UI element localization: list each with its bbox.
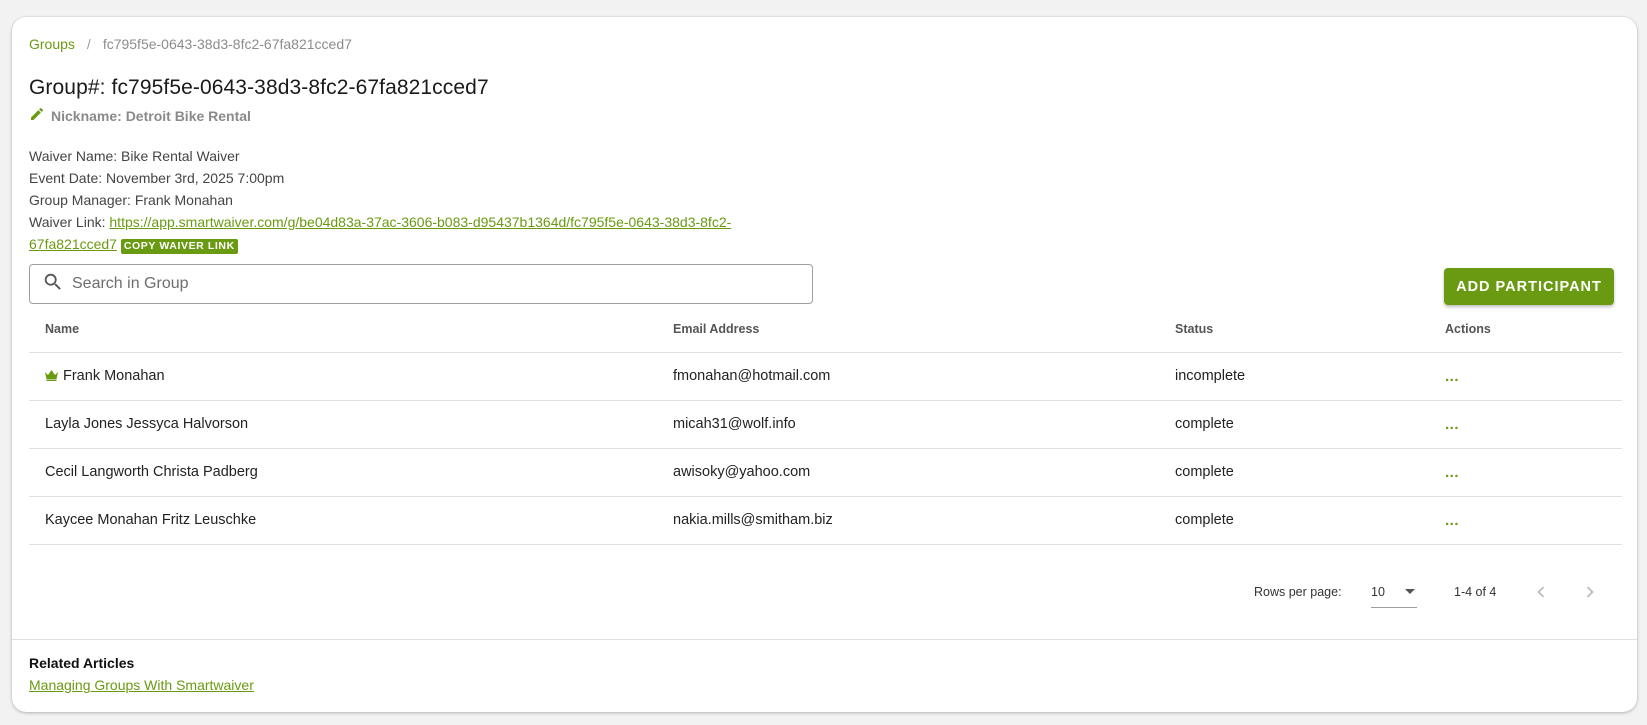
group-info: Waiver Name: Bike Rental Waiver Event Da… bbox=[29, 145, 769, 255]
breadcrumb-groups-link[interactable]: Groups bbox=[29, 36, 75, 52]
cell-email: fmonahan@hotmail.com bbox=[657, 352, 1159, 401]
cell-status: incomplete bbox=[1159, 352, 1429, 401]
waiver-name: Waiver Name: Bike Rental Waiver bbox=[29, 148, 240, 164]
table-row[interactable]: Cecil Langworth Christa Padberg awisoky@… bbox=[29, 448, 1622, 497]
table-row[interactable]: Layla Jones Jessyca Halvorson micah31@wo… bbox=[29, 400, 1622, 449]
cell-actions: ... bbox=[1429, 400, 1622, 449]
header-name[interactable]: Name bbox=[29, 306, 657, 353]
previous-page-icon[interactable] bbox=[1530, 581, 1552, 606]
copy-waiver-link-button[interactable]: COPY WAIVER LINK bbox=[120, 239, 238, 254]
related-articles-title: Related Articles bbox=[29, 655, 135, 671]
cell-status: complete bbox=[1159, 496, 1429, 545]
cell-status: complete bbox=[1159, 400, 1429, 449]
header-email[interactable]: Email Address bbox=[657, 306, 1159, 353]
breadcrumb: Groups / fc795f5e-0643-38d3-8fc2-67fa821… bbox=[29, 36, 352, 52]
cell-actions: ... bbox=[1429, 496, 1622, 545]
cell-actions: ... bbox=[1429, 448, 1622, 497]
rows-per-page-value: 10 bbox=[1371, 585, 1385, 599]
search-icon bbox=[42, 271, 64, 298]
search-field[interactable] bbox=[29, 264, 813, 304]
header-status[interactable]: Status bbox=[1159, 306, 1429, 353]
table-header-row: Name Email Address Status Actions bbox=[29, 306, 1622, 353]
header-actions: Actions bbox=[1429, 306, 1622, 353]
cell-name: Cecil Langworth Christa Padberg bbox=[29, 448, 657, 497]
next-page-icon[interactable] bbox=[1579, 581, 1601, 606]
nickname-text: Nickname: Detroit Bike Rental bbox=[51, 107, 251, 124]
pencil-icon[interactable] bbox=[29, 106, 45, 125]
participant-name: Frank Monahan bbox=[63, 367, 165, 384]
group-manager: Group Manager: Frank Monahan bbox=[29, 192, 233, 208]
pagination: Rows per page: 10 1-4 of 4 bbox=[12, 578, 1637, 608]
row-actions-menu-icon[interactable]: ... bbox=[1445, 368, 1459, 385]
cell-email: awisoky@yahoo.com bbox=[657, 448, 1159, 497]
cell-email: micah31@wolf.info bbox=[657, 400, 1159, 449]
page-title: Group#: fc795f5e-0643-38d3-8fc2-67fa821c… bbox=[29, 76, 489, 99]
event-date: Event Date: November 3rd, 2025 7:00pm bbox=[29, 170, 285, 186]
search-input[interactable] bbox=[72, 275, 772, 293]
cell-status: complete bbox=[1159, 448, 1429, 497]
chevron-down-icon bbox=[1405, 589, 1415, 594]
add-participant-button[interactable]: ADD PARTICIPANT bbox=[1444, 268, 1614, 305]
cell-name: Kaycee Monahan Fritz Leuschke bbox=[29, 496, 657, 545]
table-row[interactable]: Frank Monahan fmonahan@hotmail.com incom… bbox=[29, 352, 1622, 401]
cell-email: nakia.mills@smitham.biz bbox=[657, 496, 1159, 545]
row-actions-menu-icon[interactable]: ... bbox=[1445, 416, 1459, 433]
cell-name: Layla Jones Jessyca Halvorson bbox=[29, 400, 657, 449]
waiver-link-label: Waiver Link: bbox=[29, 214, 110, 230]
row-actions-menu-icon[interactable]: ... bbox=[1445, 464, 1459, 481]
nickname-row[interactable]: Nickname: Detroit Bike Rental bbox=[29, 106, 251, 125]
group-detail-card: Groups / fc795f5e-0643-38d3-8fc2-67fa821… bbox=[12, 17, 1637, 712]
rows-per-page-select[interactable]: 10 bbox=[1371, 578, 1417, 608]
cell-actions: ... bbox=[1429, 352, 1622, 401]
related-article-link[interactable]: Managing Groups With Smartwaiver bbox=[29, 677, 254, 693]
rows-per-page-label: Rows per page: bbox=[1254, 585, 1342, 599]
cell-name: Frank Monahan bbox=[29, 352, 657, 401]
table-row[interactable]: Kaycee Monahan Fritz Leuschke nakia.mill… bbox=[29, 496, 1622, 545]
breadcrumb-current: fc795f5e-0643-38d3-8fc2-67fa821cced7 bbox=[102, 36, 352, 52]
pagination-range: 1-4 of 4 bbox=[1454, 585, 1497, 599]
row-actions-menu-icon[interactable]: ... bbox=[1445, 512, 1459, 529]
breadcrumb-separator: / bbox=[86, 36, 91, 52]
section-divider bbox=[12, 639, 1637, 640]
participants-table: Name Email Address Status Actions Frank … bbox=[29, 306, 1622, 545]
waiver-link-row: Waiver Link: https://app.smartwaiver.com… bbox=[29, 211, 769, 255]
crown-icon bbox=[45, 369, 58, 385]
